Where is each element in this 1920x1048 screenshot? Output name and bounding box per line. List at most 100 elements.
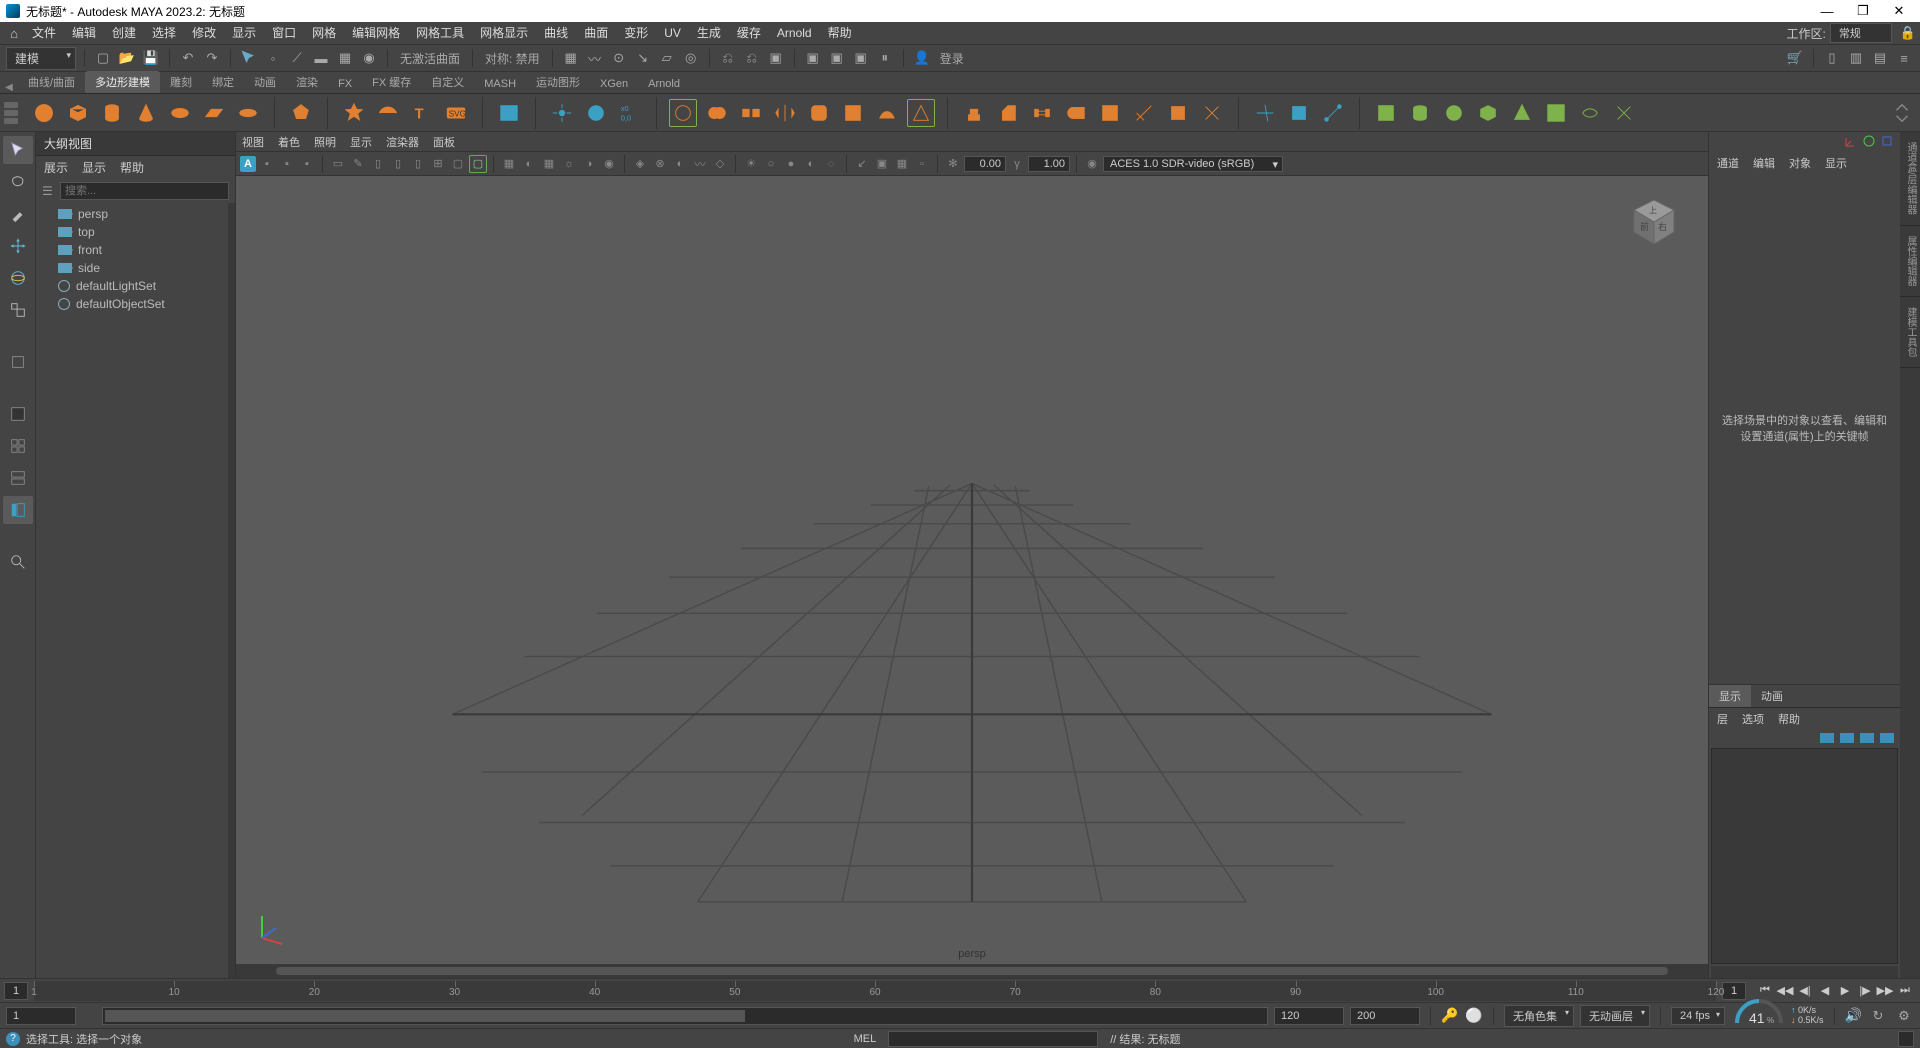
snap-plane-icon[interactable]: ▱ [657,48,677,68]
loop-icon[interactable]: ↻ [1868,1006,1888,1026]
safe-title-icon[interactable]: ▢ [469,155,487,173]
image-plane-icon[interactable]: ▪ [298,155,316,173]
triangulate-icon[interactable] [907,99,935,127]
flat-light-icon[interactable]: ● [782,155,800,173]
vp-menu-lighting[interactable]: 照明 [314,134,336,150]
cb-menu-channels[interactable]: 通道 [1717,155,1739,171]
marketplace-icon[interactable]: 🛒 [1785,48,1805,68]
shelf-tab-rigging[interactable]: 绑定 [202,71,244,93]
outliner-tree[interactable]: persp top front side defaultLightSet def… [36,203,235,978]
panel-layout-3-icon[interactable]: ▤ [1870,48,1890,68]
last-tool[interactable] [3,348,33,376]
select-multi-icon[interactable]: ◉ [359,48,379,68]
uv-cylindrical-icon[interactable] [1406,99,1434,127]
poly-pipe-icon[interactable] [374,99,402,127]
outliner-item-top[interactable]: top [36,223,235,241]
shelf-tab-arnold[interactable]: Arnold [638,75,690,93]
menu-editmesh[interactable]: 编辑网格 [344,22,408,44]
ao-icon[interactable]: ◐ [671,155,689,173]
menu-help[interactable]: 帮助 [820,22,860,44]
menuset-dropdown[interactable]: 建模 [6,47,76,70]
field-chart-icon[interactable]: ⊞ [429,155,447,173]
append-icon[interactable] [1130,99,1158,127]
snap-proj-icon[interactable]: ↘ [633,48,653,68]
login-icon[interactable]: 👤 [912,48,932,68]
layer-move-down-icon[interactable] [1840,733,1854,743]
film-gate-icon[interactable]: ▯ [369,155,387,173]
outliner-menu-help[interactable]: 帮助 [120,159,144,176]
anti-alias-icon[interactable]: ◇ [711,155,729,173]
select-face-icon[interactable]: ▬ [311,48,331,68]
layout-outliner-icon[interactable] [3,496,33,524]
render-settings-icon[interactable]: ▣ [851,48,871,68]
viewcube-icon[interactable]: 前 右 上 [1626,194,1682,250]
select-vertex-icon[interactable]: ◦ [263,48,283,68]
uv-layout-icon[interactable] [1610,99,1638,127]
ipr-render-icon[interactable]: ▣ [827,48,847,68]
lasso-tool[interactable] [3,168,33,196]
snap-live-icon[interactable]: ◎ [681,48,701,68]
layer-hscrollbar[interactable] [1711,966,1898,978]
extrude-icon[interactable] [960,99,988,127]
step-fwd-key-icon[interactable]: ▶▶ [1876,982,1894,1000]
render-frame-icon[interactable]: ▣ [803,48,823,68]
uv-editor-icon[interactable] [1542,99,1570,127]
multicut-icon[interactable] [1251,99,1279,127]
outliner-item-side[interactable]: side [36,259,235,277]
no-light-icon[interactable]: ◌ [822,155,840,173]
xray-joints-icon[interactable]: ⊗ [651,155,669,173]
menu-deform[interactable]: 变形 [616,22,656,44]
cb-menu-show[interactable]: 显示 [1825,155,1847,171]
poly-sphere-icon[interactable] [30,99,58,127]
layer-list[interactable] [1711,748,1898,964]
range-slider[interactable]: 1 120 [102,1007,1268,1025]
history-in-icon[interactable]: ⎌ [718,48,738,68]
cb-menu-object[interactable]: 对象 [1789,155,1811,171]
exposure-input[interactable]: 0.00 [964,156,1006,172]
script-editor-icon[interactable] [1898,1031,1914,1047]
time-slider[interactable]: 1 1102030405060708090100110120 1 ⏮ ◀◀ ◀|… [0,978,1920,1002]
vp-menu-view[interactable]: 视图 [242,134,264,150]
2d-pan-icon[interactable]: ▭ [329,155,347,173]
collapse-icon[interactable] [1164,99,1192,127]
script-lang-label[interactable]: MEL [848,1033,883,1045]
command-input[interactable] [888,1031,1098,1047]
menu-window[interactable]: 窗口 [264,22,304,44]
layer-tab-display[interactable]: 显示 [1709,685,1751,707]
soft-select-icon[interactable] [669,99,697,127]
poly-disc-icon[interactable] [234,99,262,127]
outliner-menu-display[interactable]: 显示 [82,159,106,176]
use-lights-icon[interactable]: ☼ [560,155,578,173]
uv-planar-icon[interactable] [1372,99,1400,127]
pivot-bake-icon[interactable]: x00,0 [616,99,644,127]
range-total-input[interactable] [1350,1007,1420,1025]
gamma-icon[interactable]: γ [1008,155,1026,173]
step-fwd-icon[interactable]: |▶ [1856,982,1874,1000]
paint-select-tool[interactable] [3,200,33,228]
outliner-item-lightset[interactable]: defaultLightSet [36,277,235,295]
poly-sweep-icon[interactable] [340,99,368,127]
side-tab-modeling-toolkit[interactable]: 建模工具包 [1900,297,1920,368]
audio-icon[interactable]: 🔊 [1845,1007,1862,1024]
shelf-options-icon[interactable] [4,102,26,124]
layout-single-icon[interactable] [3,400,33,428]
layout-two-icon[interactable] [3,464,33,492]
construction-history-icon[interactable]: ▣ [766,48,786,68]
shelf-tab-fx[interactable]: FX [328,75,362,93]
gamma-input[interactable]: 1.00 [1028,156,1070,172]
layer-menu-options[interactable]: 选项 [1742,711,1764,727]
target-weld-icon[interactable] [1285,99,1313,127]
separate-icon[interactable] [737,99,765,127]
home-icon[interactable]: ⌂ [4,26,24,41]
select-edge-icon[interactable]: ⟋ [287,48,307,68]
motion-blur-icon[interactable]: 〰 [691,155,709,173]
layer-new-empty-icon[interactable] [1860,733,1874,743]
snap-point-icon[interactable]: ⊙ [609,48,629,68]
viewport-canvas[interactable]: persp 前 右 上 [236,176,1708,964]
wireframe-icon[interactable]: ▦ [500,155,518,173]
menu-mesh[interactable]: 网格 [304,22,344,44]
show-sel-icon[interactable]: ▣ [873,155,891,173]
pivot-center-icon[interactable] [548,99,576,127]
layer-menu-layers[interactable]: 层 [1717,711,1728,727]
vp-menu-panels[interactable]: 面板 [433,134,455,150]
